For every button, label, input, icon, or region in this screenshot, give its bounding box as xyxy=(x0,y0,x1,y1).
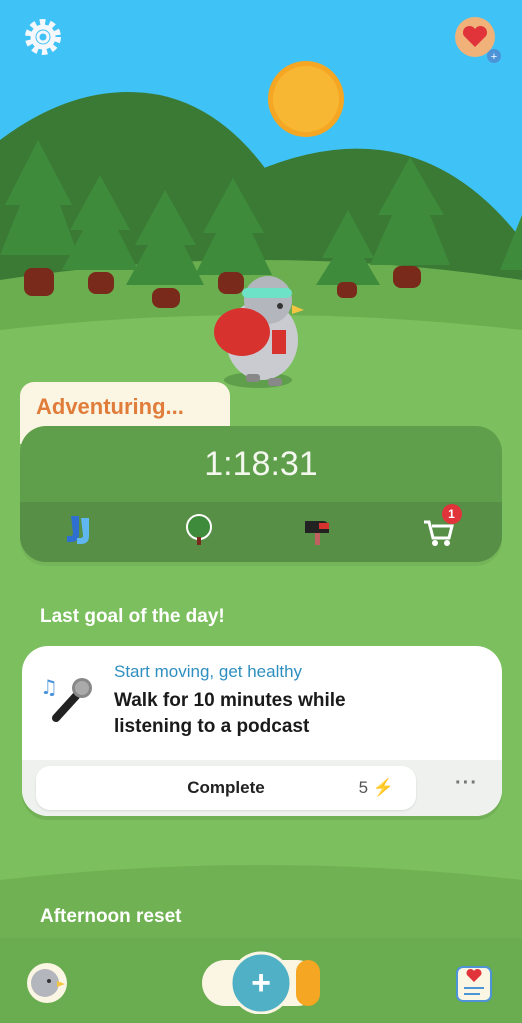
bird-avatar-button[interactable] xyxy=(24,960,70,1006)
goal-title: Walk for 10 minutes while listening to a… xyxy=(114,690,346,737)
journal-button[interactable] xyxy=(452,962,496,1006)
adventure-timer-card[interactable]: 1:18:31 1 xyxy=(20,426,502,562)
mailbox-icon xyxy=(304,520,329,545)
complete-button[interactable]: Complete 5 ⚡ xyxy=(36,766,416,810)
lightning-icon: ⚡ xyxy=(372,778,394,797)
shop-button[interactable]: 1 xyxy=(420,503,462,555)
tree-icon xyxy=(185,513,212,545)
svg-text:♫: ♫ xyxy=(40,675,58,699)
add-label: + xyxy=(251,964,271,1002)
socks-button[interactable] xyxy=(63,513,97,552)
health-button[interactable]: + xyxy=(452,14,502,64)
landscape-illustration xyxy=(0,0,522,420)
heart-icon: + xyxy=(455,17,501,63)
adventure-scene xyxy=(0,0,522,420)
goal-footer: Complete 5 ⚡ ··· xyxy=(22,760,502,816)
svg-text:+: + xyxy=(491,51,497,63)
socks-icon xyxy=(66,515,89,544)
cart-badge: 1 xyxy=(441,503,462,524)
section-divider xyxy=(0,865,522,940)
gear-icon xyxy=(25,19,61,55)
more-options-button[interactable]: ··· xyxy=(455,772,478,795)
settings-button[interactable] xyxy=(20,14,66,60)
microphone-icon: ♫ xyxy=(40,675,92,722)
add-button[interactable]: + xyxy=(200,950,322,1014)
journal-icon xyxy=(456,966,492,1002)
bird-avatar-icon xyxy=(27,963,67,1003)
goal-card[interactable]: ♫ Start moving, get healthy Walk for 10 … xyxy=(22,646,502,816)
goal-category: Start moving, get healthy xyxy=(114,662,303,681)
timer-value: 1:18:31 xyxy=(204,444,318,483)
bottom-nav: + xyxy=(0,938,522,1023)
points-value: 5 ⚡ xyxy=(358,778,394,797)
afternoon-section-title: Afternoon reset xyxy=(40,906,182,927)
goals-section-title: Last goal of the day! xyxy=(40,606,225,627)
mailbox-button[interactable] xyxy=(301,513,335,552)
tree-button[interactable] xyxy=(182,513,216,552)
status-label: Adventuring... xyxy=(36,394,184,419)
